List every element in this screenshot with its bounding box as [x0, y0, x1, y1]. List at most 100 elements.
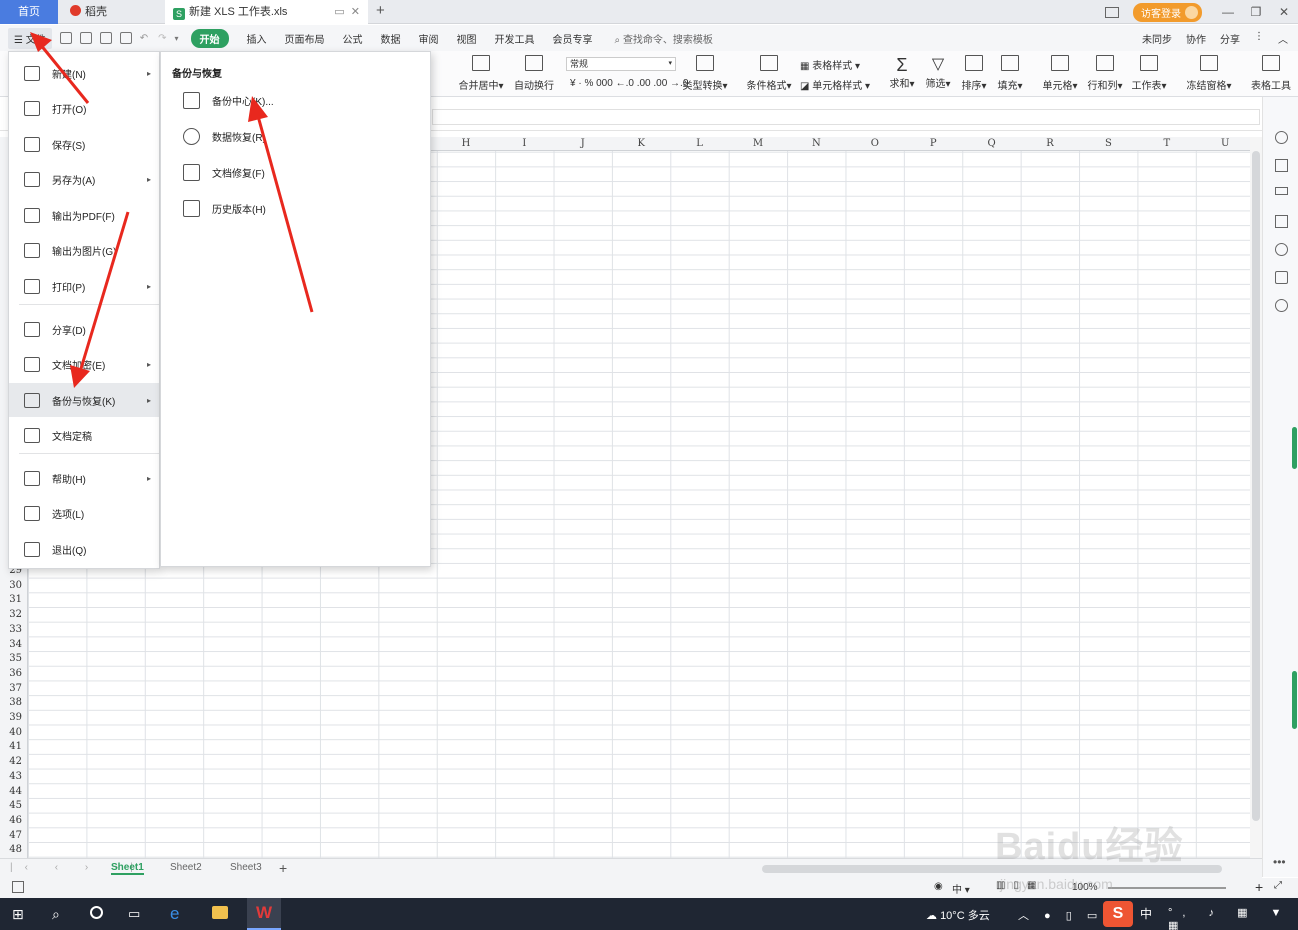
column-label[interactable]: Q: [963, 138, 1021, 149]
taskbar-search-icon[interactable]: ⌕: [52, 906, 68, 922]
row-label[interactable]: 34: [0, 639, 22, 650]
file-menu-item-options[interactable]: 选项(L): [9, 496, 159, 530]
quick-more-icon[interactable]: ▾: [175, 34, 179, 43]
tab-page-layout[interactable]: 页面布局: [285, 31, 325, 46]
row-label[interactable]: 44: [0, 786, 22, 797]
column-label[interactable]: R: [1021, 138, 1079, 149]
file-menu-item-save[interactable]: 保存(S): [9, 127, 159, 161]
file-menu-item-help[interactable]: 帮助(H) ▸: [9, 461, 159, 495]
file-menu-item-exit[interactable]: 退出(Q): [9, 532, 159, 566]
more-dots-icon[interactable]: •••: [1273, 855, 1286, 869]
close-window-icon[interactable]: ✕: [1270, 5, 1298, 19]
row-label[interactable]: 43: [0, 771, 22, 782]
eye-protect-icon[interactable]: ◉: [934, 881, 943, 892]
close-tab-icon[interactable]: ✕: [351, 6, 360, 18]
file-menu-item-open[interactable]: 打开(O): [9, 91, 159, 125]
vertical-scrollbar[interactable]: [1250, 137, 1262, 858]
row-label[interactable]: 46: [0, 815, 22, 826]
file-menu-item-print[interactable]: 打印(P) ▸: [9, 269, 159, 303]
column-label[interactable]: M: [729, 138, 787, 149]
data-recovery-item[interactable]: 数据恢复(R): [161, 120, 430, 152]
document-repair-item[interactable]: 文档修复(F): [161, 156, 430, 188]
sort-button[interactable]: 排序▾: [960, 55, 988, 92]
sum-button[interactable]: Σ 求和▾: [888, 55, 916, 90]
tab-document[interactable]: S 新建 XLS 工作表.xls ▭ ✕: [165, 0, 368, 24]
slider-settings-icon[interactable]: [1275, 187, 1288, 195]
column-label[interactable]: J: [554, 138, 612, 149]
reading-mode-icon[interactable]: [1105, 6, 1119, 18]
number-format-symbols[interactable]: ¥ · % 000 ←.0 .00 .00 →.0: [570, 78, 688, 89]
image-icon[interactable]: [1275, 271, 1288, 284]
file-menu-item-encrypt[interactable]: 文档加密(E) ▸: [9, 347, 159, 381]
file-menu-item-share[interactable]: 分享(D): [9, 312, 159, 346]
compass-icon[interactable]: [1275, 299, 1288, 312]
collaborate-button[interactable]: 协作: [1186, 31, 1206, 46]
save-quick-icon[interactable]: [59, 32, 72, 44]
tab-home[interactable]: 首页: [0, 0, 58, 24]
pin-icon[interactable]: ▭: [334, 6, 344, 18]
guest-login-button[interactable]: 访客登录: [1133, 2, 1202, 22]
more-icon[interactable]: ⋮: [1254, 31, 1264, 46]
row-label[interactable]: 36: [0, 668, 22, 679]
file-menu-item-backup-restore[interactable]: 备份与恢复(K) ▸: [9, 383, 159, 417]
row-label[interactable]: 33: [0, 624, 22, 635]
filter-button[interactable]: ▽ 筛选▾: [924, 55, 952, 90]
crop-icon[interactable]: [1275, 215, 1288, 228]
export-quick-icon[interactable]: [79, 32, 92, 44]
task-view-icon[interactable]: ▭: [128, 906, 144, 922]
column-label[interactable]: N: [787, 138, 845, 149]
file-explorer-icon[interactable]: [212, 906, 228, 919]
help-icon[interactable]: [1275, 243, 1288, 256]
worksheet-button[interactable]: 工作表▾: [1130, 55, 1168, 92]
preview-quick-icon[interactable]: [119, 32, 132, 44]
windows-start-icon[interactable]: ⊞: [12, 906, 28, 922]
row-label[interactable]: 39: [0, 712, 22, 723]
scroll-thumb[interactable]: [1252, 151, 1260, 821]
row-label[interactable]: 42: [0, 756, 22, 767]
redo-icon[interactable]: ↷: [158, 33, 166, 44]
input-mode[interactable]: 中 ▾: [952, 881, 970, 896]
zoom-slider[interactable]: [1108, 887, 1226, 889]
restore-icon[interactable]: ❐: [1242, 5, 1270, 19]
row-col-button[interactable]: 行和列▾: [1086, 55, 1124, 92]
row-label[interactable]: 40: [0, 727, 22, 738]
column-label[interactable]: T: [1138, 138, 1196, 149]
cell-button[interactable]: 单元格▾: [1040, 55, 1080, 92]
column-label[interactable]: H: [437, 138, 495, 149]
file-menu-item-finalize[interactable]: 文档定稿: [9, 418, 159, 452]
cursor-icon[interactable]: [1275, 159, 1288, 172]
collapse-ribbon-icon[interactable]: ︿: [1278, 31, 1288, 46]
cortana-icon[interactable]: [90, 906, 103, 919]
file-menu-item-save-as[interactable]: 另存为(A) ▸: [9, 162, 159, 196]
tab-docer[interactable]: 稻壳: [60, 0, 164, 24]
column-label[interactable]: S: [1079, 138, 1137, 149]
number-format-select[interactable]: 常规 ▾: [566, 57, 676, 71]
column-label[interactable]: L: [671, 138, 729, 149]
conditional-format-button[interactable]: 条件格式▾: [745, 55, 793, 92]
ime-toolbar-icons[interactable]: °, ♪ ▦ ▼ ▦: [1168, 906, 1298, 930]
sync-status[interactable]: 未同步: [1142, 31, 1172, 46]
undo-icon[interactable]: ↶: [140, 33, 148, 44]
fill-button[interactable]: 填充▾: [996, 55, 1024, 92]
tab-insert[interactable]: 插入: [247, 31, 267, 46]
row-label[interactable]: 30: [0, 580, 22, 591]
rocket-icon[interactable]: [1275, 131, 1288, 144]
column-label[interactable]: I: [495, 138, 553, 149]
file-menu-item-export-pdf[interactable]: 输出为PDF(F): [9, 198, 159, 232]
sheet-tab-3[interactable]: Sheet3: [230, 862, 262, 873]
column-label[interactable]: O: [846, 138, 904, 149]
new-tab-button[interactable]: +: [376, 2, 385, 19]
backup-center-item[interactable]: 备份中心(K)...: [161, 84, 430, 116]
file-menu-item-export-image[interactable]: 输出为图片(G): [9, 233, 159, 267]
type-convert-button[interactable]: 类型转换▾: [680, 55, 730, 92]
formula-input[interactable]: [432, 109, 1260, 125]
column-label[interactable]: K: [612, 138, 670, 149]
row-label[interactable]: 41: [0, 741, 22, 752]
table-tools-button[interactable]: 表格工具: [1248, 55, 1294, 92]
command-search[interactable]: ⌕ 查找命令、搜索模板: [615, 31, 713, 46]
tab-data[interactable]: 数据: [381, 31, 401, 46]
add-sheet-icon[interactable]: +: [279, 860, 287, 876]
minimize-icon[interactable]: —: [1214, 5, 1242, 19]
row-label[interactable]: 37: [0, 683, 22, 694]
weather-widget[interactable]: ☁ 10°C 多云: [926, 907, 990, 923]
